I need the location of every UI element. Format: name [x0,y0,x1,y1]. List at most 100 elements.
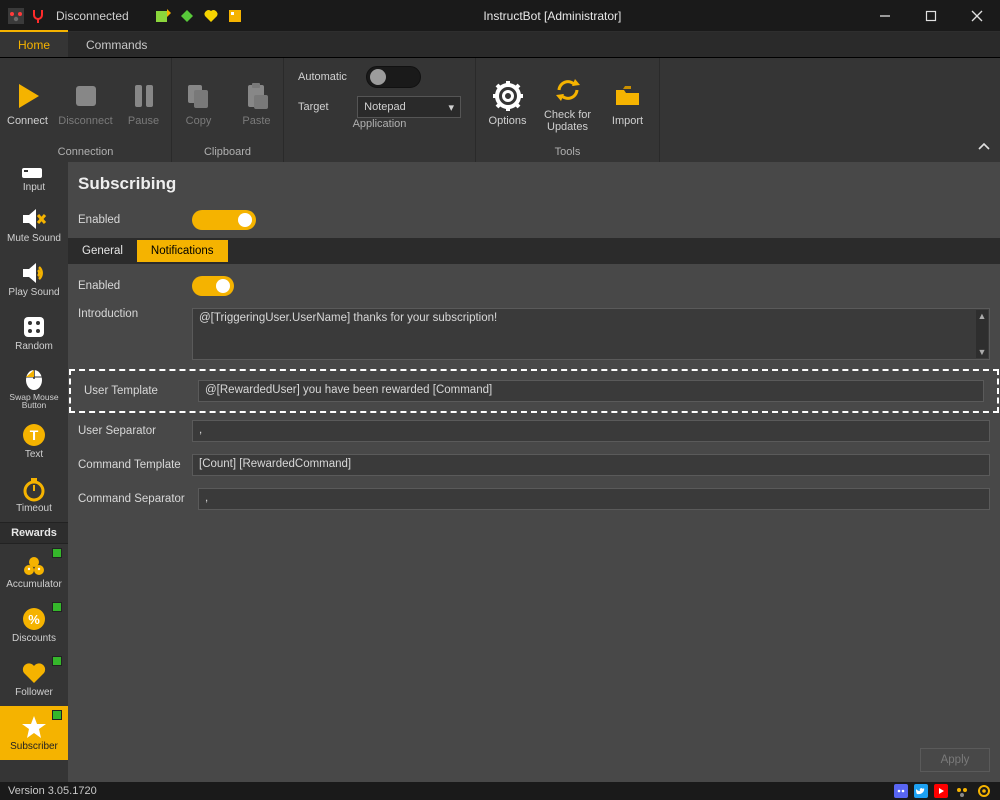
user-template-input[interactable]: @[RewardedUser] you have been rewarded [… [198,380,984,402]
input-icon [21,167,47,181]
command-template-label: Command Template [78,459,182,471]
sidebar: Input Mute Sound Play Sound Random Swap … [0,162,68,782]
scroll-down-icon[interactable]: ▼ [976,346,988,358]
plug-icon [30,8,46,24]
copy-button: Copy [171,81,227,127]
text-icon: T [21,422,47,448]
ribbon-collapse-icon[interactable] [978,139,990,154]
star-icon [21,714,47,740]
sidebar-item-follower[interactable]: Follower [0,652,68,706]
version-text: Version 3.05.1720 [8,785,97,797]
connection-status-text: Disconnected [56,9,129,23]
apply-button[interactable]: Apply [920,748,990,772]
enabled-label: Enabled [78,214,182,226]
user-separator-label: User Separator [78,425,182,437]
status-app-icon[interactable] [954,783,970,799]
stop-icon [71,81,101,111]
automatic-label: Automatic [298,71,356,83]
paste-icon [242,81,272,111]
import-button[interactable]: Import [600,81,656,127]
sidebar-item-subscriber[interactable]: Subscriber [0,706,68,760]
options-button[interactable]: Options [480,81,536,127]
sidebar-item-swap-mouse[interactable]: Swap Mouse Button [0,360,68,414]
pause-icon [129,81,159,111]
menu-tabs: Home Commands [0,32,1000,58]
sidebar-item-timeout[interactable]: Timeout [0,468,68,522]
mini-icon-2[interactable] [179,8,195,24]
user-template-label: User Template [84,385,188,397]
target-label: Target [298,101,347,113]
intro-textarea[interactable]: @[TriggeringUser.UserName] thanks for yo… [192,308,990,360]
ribbon-group-clipboard-label: Clipboard [204,146,251,160]
status-dot-icon [52,548,62,558]
target-select[interactable]: Notepad ▾ [357,96,461,118]
maximize-button[interactable] [908,0,954,31]
ribbon: Connect Disconnect Pause Connection Copy… [0,58,1000,162]
status-dot-icon [52,710,62,720]
scroll-up-icon[interactable]: ▲ [976,310,988,322]
sidebar-item-input[interactable]: Input [0,162,68,198]
ribbon-group-application-label: Application [353,118,407,132]
svg-text:%: % [28,612,40,627]
status-gear-icon[interactable] [976,783,992,799]
command-separator-input[interactable]: , [198,488,990,510]
ribbon-group-connection-label: Connection [58,146,114,160]
close-button[interactable] [954,0,1000,31]
app-icon [8,8,24,24]
ribbon-group-tools-label: Tools [555,146,581,160]
command-separator-label: Command Separator [78,493,188,505]
mute-icon [21,206,47,232]
intro-label: Introduction [78,308,182,320]
page-title: Subscribing [68,162,1000,204]
mouse-icon [21,365,47,391]
youtube-icon[interactable] [934,784,948,798]
enabled-toggle[interactable] [192,210,256,230]
check-updates-button[interactable]: Check for Updates [538,75,598,133]
window-title: InstructBot [Administrator] [483,9,621,23]
gear-icon [493,81,523,111]
minimize-button[interactable] [862,0,908,31]
connect-button[interactable]: Connect [0,81,56,127]
sidebar-rewards-header: Rewards [0,522,68,544]
sidebar-item-mute-sound[interactable]: Mute Sound [0,198,68,252]
copy-icon [184,81,214,111]
refresh-icon [553,75,583,105]
chevron-down-icon: ▾ [448,101,454,114]
sidebar-item-text[interactable]: T Text [0,414,68,468]
dice-icon [21,314,47,340]
intro-value: @[TriggeringUser.UserName] thanks for yo… [199,312,497,324]
main-panel: Subscribing Enabled General Notification… [68,162,1000,782]
mini-icon-3[interactable] [203,8,219,24]
twitter-icon[interactable] [914,784,928,798]
sidebar-item-accumulator[interactable]: Accumulator [0,544,68,598]
user-separator-input[interactable]: , [192,420,990,442]
tab-commands[interactable]: Commands [68,32,165,57]
subtab-general[interactable]: General [68,240,137,262]
sidebar-item-play-sound[interactable]: Play Sound [0,252,68,306]
automatic-toggle[interactable] [366,66,421,88]
statusbar: Version 3.05.1720 [0,782,1000,800]
subtab-notifications[interactable]: Notifications [137,240,228,262]
pause-button: Pause [116,81,172,127]
command-template-input[interactable]: [Count] [RewardedCommand] [192,454,990,476]
status-dot-icon [52,602,62,612]
discount-icon: % [21,606,47,632]
discord-icon[interactable] [894,784,908,798]
svg-text:T: T [30,427,39,443]
play-icon [13,81,43,111]
notif-enabled-label: Enabled [78,280,182,292]
subtabs: General Notifications [68,238,1000,264]
sidebar-item-discounts[interactable]: % Discounts [0,598,68,652]
sound-icon [21,260,47,286]
accumulator-icon [21,552,47,578]
sidebar-item-random[interactable]: Random [0,306,68,360]
mini-icon-4[interactable] [227,8,243,24]
notif-enabled-toggle[interactable] [192,276,234,296]
heart-icon [21,660,47,686]
target-value: Notepad [364,101,406,113]
mini-icon-1[interactable] [155,8,171,24]
disconnect-button: Disconnect [58,81,114,127]
folder-open-icon [613,81,643,111]
status-dot-icon [52,656,62,666]
tab-home[interactable]: Home [0,30,68,57]
